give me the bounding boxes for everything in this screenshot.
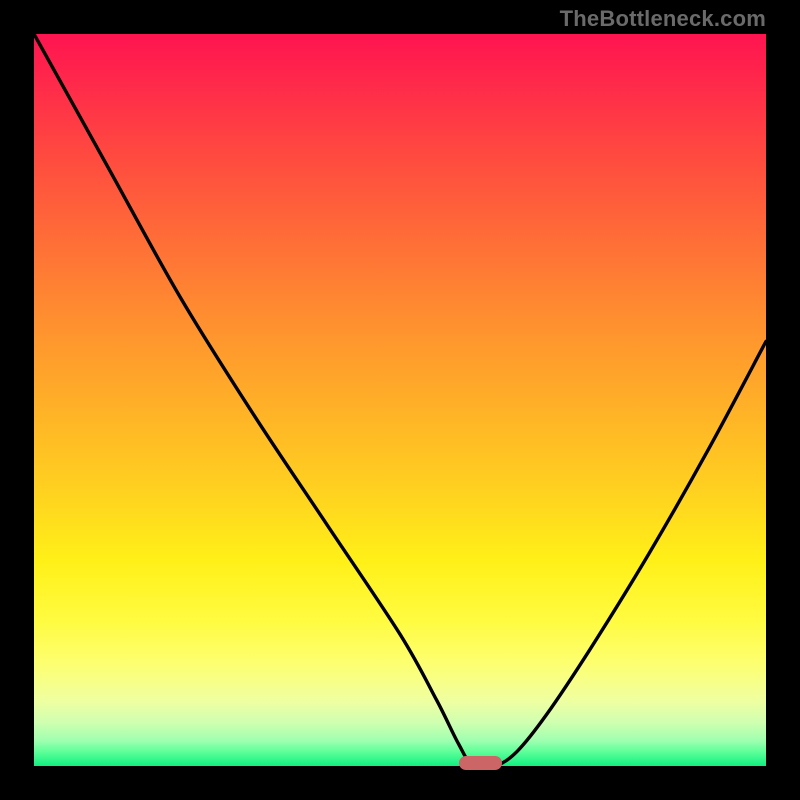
watermark-text: TheBottleneck.com <box>560 6 766 32</box>
bottleneck-curve <box>34 34 766 766</box>
chart-frame: TheBottleneck.com <box>0 0 800 800</box>
optimal-marker <box>459 756 503 770</box>
plot-area <box>34 34 766 766</box>
